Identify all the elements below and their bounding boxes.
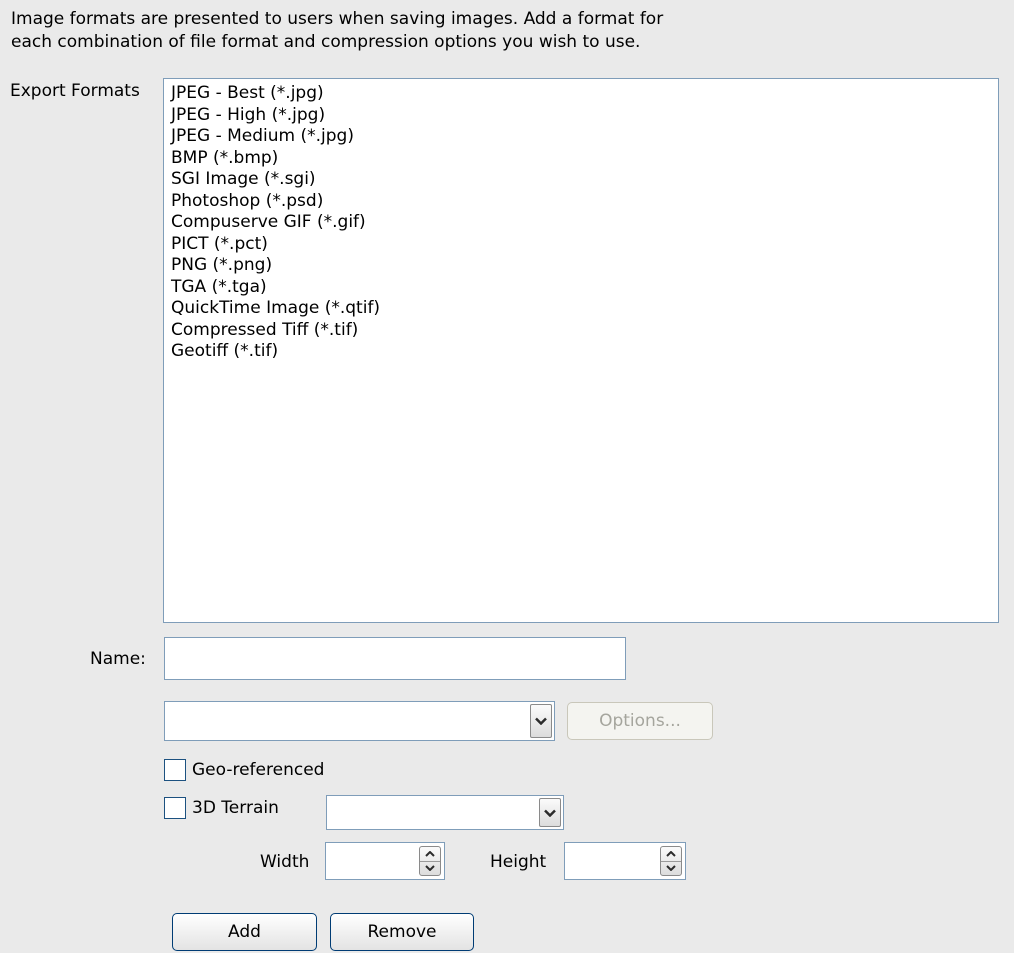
spin-up-icon[interactable] bbox=[661, 847, 681, 861]
geo-referenced-label: Geo-referenced bbox=[192, 760, 325, 780]
chevron-down-icon bbox=[544, 809, 556, 817]
image-formats-panel: Image formats are presented to users whe… bbox=[0, 0, 1014, 953]
list-item[interactable]: PICT (*.pct) bbox=[171, 234, 998, 256]
3d-terrain-checkbox[interactable] bbox=[164, 797, 186, 819]
format-select-dropdown-button[interactable] bbox=[530, 704, 552, 738]
intro-line-2: each combination of file format and comp… bbox=[11, 32, 641, 52]
chevron-down-icon bbox=[535, 717, 547, 725]
list-item[interactable]: TGA (*.tga) bbox=[171, 277, 998, 299]
add-button[interactable]: Add bbox=[172, 913, 317, 951]
width-label: Width bbox=[260, 852, 310, 872]
name-input[interactable] bbox=[164, 637, 626, 680]
list-item[interactable]: JPEG - Medium (*.jpg) bbox=[171, 126, 998, 148]
list-item[interactable]: JPEG - Best (*.jpg) bbox=[171, 83, 998, 105]
height-spinner-arrows[interactable] bbox=[660, 846, 682, 876]
terrain-select-dropdown-button[interactable] bbox=[539, 798, 561, 827]
list-item[interactable]: JPEG - High (*.jpg) bbox=[171, 105, 998, 127]
list-item[interactable]: Photoshop (*.psd) bbox=[171, 191, 998, 213]
height-label: Height bbox=[490, 852, 547, 872]
spin-up-icon[interactable] bbox=[420, 847, 440, 861]
export-formats-list[interactable]: JPEG - Best (*.jpg) JPEG - High (*.jpg) … bbox=[163, 78, 999, 623]
height-spinner[interactable] bbox=[564, 842, 686, 880]
3d-terrain-label: 3D Terrain bbox=[192, 798, 279, 818]
list-item[interactable]: SGI Image (*.sgi) bbox=[171, 169, 998, 191]
intro-text: Image formats are presented to users whe… bbox=[11, 8, 663, 54]
terrain-select[interactable] bbox=[326, 795, 564, 830]
list-item[interactable]: Compuserve GIF (*.gif) bbox=[171, 212, 998, 234]
format-select[interactable] bbox=[164, 701, 555, 741]
intro-line-1: Image formats are presented to users whe… bbox=[11, 9, 664, 29]
list-item[interactable]: Compressed Tiff (*.tif) bbox=[171, 320, 998, 342]
list-item[interactable]: Geotiff (*.tif) bbox=[171, 341, 998, 363]
width-spinner[interactable] bbox=[325, 842, 445, 880]
options-button[interactable]: Options... bbox=[567, 702, 713, 740]
spin-down-icon[interactable] bbox=[420, 860, 440, 876]
export-formats-label: Export Formats bbox=[10, 81, 140, 101]
geo-referenced-checkbox[interactable] bbox=[164, 759, 186, 781]
width-spinner-arrows[interactable] bbox=[419, 846, 441, 876]
list-item[interactable]: QuickTime Image (*.qtif) bbox=[171, 298, 998, 320]
spin-down-icon[interactable] bbox=[661, 860, 681, 876]
list-item[interactable]: BMP (*.bmp) bbox=[171, 148, 998, 170]
name-label: Name: bbox=[90, 649, 146, 669]
list-item[interactable]: PNG (*.png) bbox=[171, 255, 998, 277]
remove-button[interactable]: Remove bbox=[330, 913, 474, 951]
